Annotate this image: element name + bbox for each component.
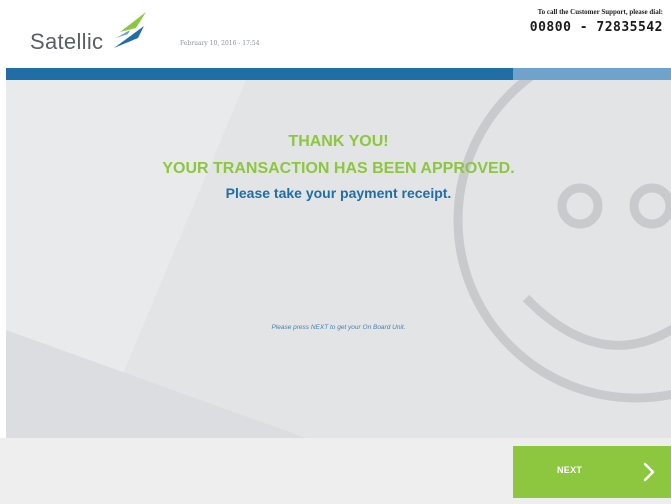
satellic-logo: Satellic	[30, 8, 170, 58]
band-light-blue	[513, 68, 671, 80]
header-band	[6, 68, 671, 80]
next-button[interactable]: NEXT	[513, 446, 671, 498]
approved-heading: YOUR TRANSACTION HAS BEEN APPROVED.	[162, 160, 515, 177]
header-bar: Satellic February 10, 2016 - 17:54 To ca…	[0, 0, 671, 68]
receipt-instruction: Please take your payment receipt.	[225, 185, 452, 201]
thank-you-heading: THANK YOU!	[288, 133, 389, 150]
support-phone-number: 00800 - 72835542	[529, 20, 663, 35]
band-blue	[6, 68, 513, 80]
satellic-logo-icon	[114, 12, 146, 48]
confirmation-panel: THANK YOU! YOUR TRANSACTION HAS BEEN APP…	[6, 80, 671, 438]
next-button-label: NEXT	[557, 465, 583, 475]
chevron-right-icon	[643, 462, 655, 482]
logo-text: Satellic	[30, 29, 104, 54]
support-label: To call the Customer Support, please dia…	[537, 8, 663, 16]
date-time: February 10, 2016 - 17:54	[180, 40, 260, 47]
smiley-face-icon	[453, 80, 671, 403]
support-info: To call the Customer Support, please dia…	[423, 8, 663, 35]
next-hint: Please press NEXT to get your On Board U…	[271, 324, 406, 331]
